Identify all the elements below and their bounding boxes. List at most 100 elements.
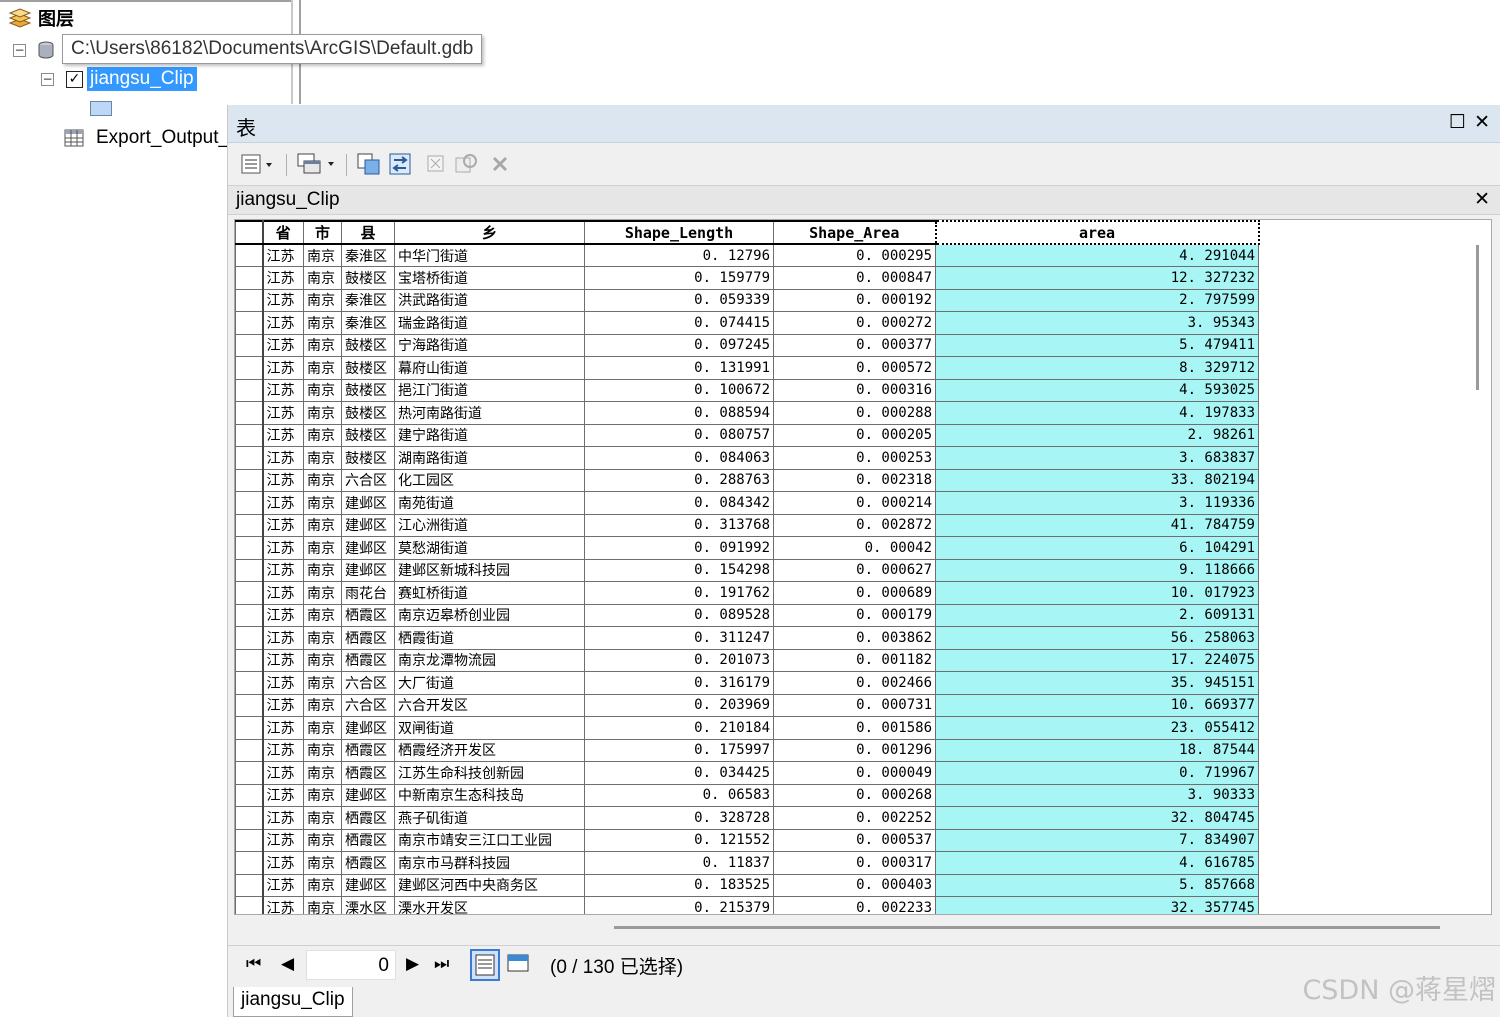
table-cell[interactable]: 南京 [303, 288, 342, 312]
table-cell[interactable]: 栖霞区 [341, 806, 395, 830]
table-cell[interactable]: 栖霞区 [341, 603, 395, 627]
table-cell[interactable]: 0. 000192 [773, 288, 936, 312]
vertical-scrollbar[interactable] [1476, 245, 1479, 390]
table-cell[interactable]: 栖霞街道 [394, 626, 585, 650]
table-cell[interactable]: 0. 002318 [773, 468, 936, 492]
row-selector[interactable] [235, 873, 264, 897]
table-cell[interactable]: 南京 [303, 558, 342, 582]
show-selected-records-icon[interactable] [506, 952, 530, 976]
table-cell[interactable]: 0. 000268 [773, 783, 936, 807]
table-cell[interactable]: 南京市马群科技园 [394, 851, 585, 875]
table-cell[interactable]: 8. 329712 [935, 356, 1259, 380]
table-cell[interactable]: 溧水区 [341, 896, 395, 914]
maximize-icon[interactable]: ☐ [1449, 111, 1466, 133]
table-cell[interactable]: 南京龙潭物流园 [394, 648, 585, 672]
table-cell[interactable]: 0. 131991 [584, 356, 774, 380]
column-header[interactable]: 乡 [394, 220, 585, 245]
table-cell[interactable]: 南苑街道 [394, 491, 585, 515]
column-header[interactable]: Shape_Length [584, 220, 774, 245]
table-cell[interactable]: 南京 [303, 333, 342, 357]
table-cell[interactable]: 江苏生命科技创新园 [394, 761, 585, 785]
table-cell[interactable]: 0. 000627 [773, 558, 936, 582]
table-row[interactable]: 江苏 南京 建邺区 建邺区新城科技园 0. 154298 0. 000627 9. 1186… [235, 558, 1259, 582]
tab-close-icon[interactable]: ✕ [1474, 188, 1490, 210]
table-cell[interactable]: 六合区 [341, 693, 395, 717]
table-cell[interactable]: 南京 [303, 491, 342, 515]
table-cell[interactable]: 江苏 [262, 716, 304, 740]
table-cell[interactable]: 35. 945151 [935, 671, 1259, 695]
table-row[interactable]: 江苏 南京 建邺区 莫愁湖街道 0. 091992 0. 00042 6. 104291 [235, 536, 1259, 560]
table-row[interactable]: 江苏 南京 秦淮区 洪武路街道 0. 059339 0. 000192 2. 797599 [235, 288, 1259, 312]
table-cell[interactable]: 江苏 [262, 468, 304, 492]
table-cell[interactable]: 0. 091992 [584, 536, 774, 560]
close-icon[interactable]: ✕ [1474, 111, 1490, 133]
table-cell[interactable]: 0. 215379 [584, 896, 774, 914]
table-cell[interactable]: 江苏 [262, 423, 304, 447]
table-row[interactable]: 江苏 南京 栖霞区 燕子矶街道 0. 328728 0. 002252 32. 804745 [235, 806, 1259, 830]
table-cell[interactable]: 建邺区 [341, 873, 395, 897]
table-cell[interactable]: 0. 000288 [773, 401, 936, 425]
row-selector[interactable] [235, 558, 264, 582]
table-cell[interactable]: 12. 327232 [935, 266, 1259, 290]
table-cell[interactable]: 33. 802194 [935, 468, 1259, 492]
table-row[interactable]: 江苏 南京 雨花台 赛虹桥街道 0. 191762 0. 000689 10. 017923 [235, 581, 1259, 605]
table-row[interactable]: 江苏 南京 栖霞区 南京市马群科技园 0. 11837 0. 000317 4. 61678… [235, 851, 1259, 875]
table-cell[interactable]: 中新南京生态科技岛 [394, 783, 585, 807]
table-row[interactable]: 江苏 南京 建邺区 中新南京生态科技岛 0. 06583 0. 000268 3. 9033… [235, 783, 1259, 807]
table-cell[interactable]: 0. 121552 [584, 828, 774, 852]
table-cell[interactable]: 莫愁湖街道 [394, 536, 585, 560]
table-cell[interactable]: 10. 669377 [935, 693, 1259, 717]
table-cell[interactable]: 南京 [303, 671, 342, 695]
table-cell[interactable]: 南京 [303, 401, 342, 425]
table-cell[interactable]: 江苏 [262, 626, 304, 650]
table-cell[interactable]: 江苏 [262, 446, 304, 470]
table-row[interactable]: 江苏 南京 鼓楼区 幕府山街道 0. 131991 0. 000572 8. 329712 [235, 356, 1259, 380]
table-cell[interactable]: 0. 154298 [584, 558, 774, 582]
table-row[interactable]: 江苏 南京 六合区 大厂街道 0. 316179 0. 002466 35. 945151 [235, 671, 1259, 695]
table-cell[interactable]: 鼓楼区 [341, 423, 395, 447]
table-row[interactable]: 江苏 南京 建邺区 建邺区河西中央商务区 0. 183525 0. 000403 5. 85… [235, 873, 1259, 897]
table-cell[interactable]: 0. 000689 [773, 581, 936, 605]
table-cell[interactable]: 41. 784759 [935, 513, 1259, 537]
table-cell[interactable]: 南京 [303, 783, 342, 807]
table-cell[interactable]: 5. 479411 [935, 333, 1259, 357]
row-selector[interactable] [235, 446, 264, 470]
table-cell[interactable]: 江苏 [262, 288, 304, 312]
row-selector[interactable] [235, 806, 264, 830]
switch-selection-button[interactable] [388, 152, 414, 176]
table-cell[interactable]: 秦淮区 [341, 243, 395, 267]
table-cell[interactable]: 南京 [303, 356, 342, 380]
row-selector[interactable] [235, 896, 264, 914]
delete-selected-button[interactable] [490, 152, 510, 176]
table-cell[interactable]: 六合区 [341, 671, 395, 695]
table-cell[interactable]: 4. 593025 [935, 378, 1259, 402]
collapse-icon[interactable]: − [13, 43, 26, 57]
table-cell[interactable]: 栖霞区 [341, 648, 395, 672]
table-cell[interactable]: 0. 034425 [584, 761, 774, 785]
table-cell[interactable]: 9. 118666 [935, 558, 1259, 582]
table-cell[interactable]: 南京 [303, 761, 342, 785]
table-cell[interactable]: 鼓楼区 [341, 356, 395, 380]
table-cell[interactable]: 江苏 [262, 536, 304, 560]
table-cell[interactable]: 挹江门街道 [394, 378, 585, 402]
table-cell[interactable]: 栖霞区 [341, 626, 395, 650]
collapse-icon[interactable]: − [41, 72, 54, 86]
row-selector[interactable] [235, 423, 264, 447]
attribute-grid[interactable]: 省 市 县 乡 Shape_Length Shape_Area area 江苏南… [234, 219, 1492, 915]
table-cell[interactable]: 2. 609131 [935, 603, 1259, 627]
table-cell[interactable]: 江苏 [262, 873, 304, 897]
table-cell[interactable]: 0. 201073 [584, 648, 774, 672]
related-tables-button[interactable] [296, 152, 338, 176]
row-selector[interactable] [235, 828, 264, 852]
table-cell[interactable]: 0. 328728 [584, 806, 774, 830]
table-cell[interactable]: 江苏 [262, 581, 304, 605]
table-row[interactable]: 江苏 南京 栖霞区 栖霞经济开发区 0. 175997 0. 001296 18. 8754… [235, 738, 1259, 762]
table-cell[interactable]: 南京 [303, 243, 342, 267]
table-cell[interactable]: 0. 000572 [773, 356, 936, 380]
table-row[interactable]: 江苏 南京 栖霞区 南京龙潭物流园 0. 201073 0. 001182 17. 2240… [235, 648, 1259, 672]
table-cell[interactable]: 6. 104291 [935, 536, 1259, 560]
layer-visibility-checkbox[interactable]: ✓ [66, 70, 83, 88]
table-cell[interactable]: 鼓楼区 [341, 266, 395, 290]
table-cell[interactable]: 建邺区新城科技园 [394, 558, 585, 582]
table-cell[interactable]: 南京 [303, 311, 342, 335]
